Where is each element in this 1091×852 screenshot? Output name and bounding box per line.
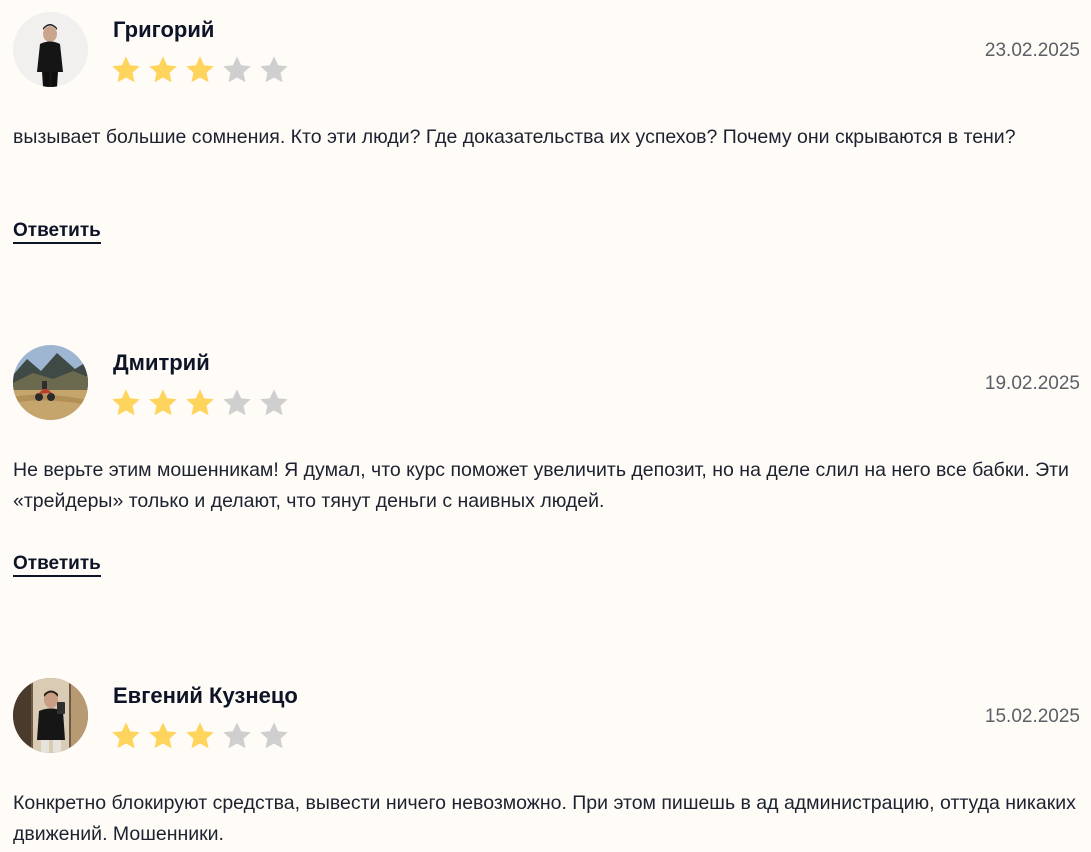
star-filled-icon	[149, 722, 177, 749]
review-author: Григорий	[113, 17, 215, 42]
review-text: Конкретно блокируют средства, вывести ни…	[13, 792, 1076, 845]
motorcycle-mountain-landscape-avatar	[13, 345, 88, 420]
reply-button[interactable]: Ответить	[13, 220, 101, 244]
review-date: 15.02.2025	[984, 706, 1080, 727]
user-avatar	[13, 12, 88, 87]
review-date: 23.02.2025	[984, 40, 1080, 61]
star-empty-icon	[223, 56, 251, 83]
star-filled-icon	[186, 56, 214, 83]
review-date: 19.02.2025	[984, 373, 1080, 394]
star-empty-icon	[223, 389, 251, 416]
star-filled-icon	[186, 722, 214, 749]
star-filled-icon	[149, 389, 177, 416]
user-avatar	[13, 345, 88, 420]
star-rating	[110, 54, 290, 86]
star-filled-icon	[149, 56, 177, 83]
review-author: Евгений Кузнецо	[113, 683, 298, 708]
review-author: Дмитрий	[113, 350, 210, 375]
user-avatar	[13, 678, 88, 753]
review-text: вызывает большие сомнения. Кто эти люди?…	[13, 126, 1016, 148]
star-empty-icon	[260, 389, 288, 416]
star-empty-icon	[260, 56, 288, 83]
star-rating	[110, 387, 290, 419]
star-empty-icon	[260, 722, 288, 749]
reply-button[interactable]: Ответить	[13, 553, 101, 577]
star-filled-icon	[186, 389, 214, 416]
man-in-black-outfit-avatar	[13, 12, 88, 87]
star-filled-icon	[112, 56, 140, 83]
star-filled-icon	[112, 389, 140, 416]
star-filled-icon	[112, 722, 140, 749]
star-empty-icon	[223, 722, 251, 749]
mirror-selfie-avatar	[13, 678, 88, 753]
review-text: Не верьте этим мошенникам! Я думал, что …	[13, 459, 1069, 512]
star-rating	[110, 720, 290, 752]
